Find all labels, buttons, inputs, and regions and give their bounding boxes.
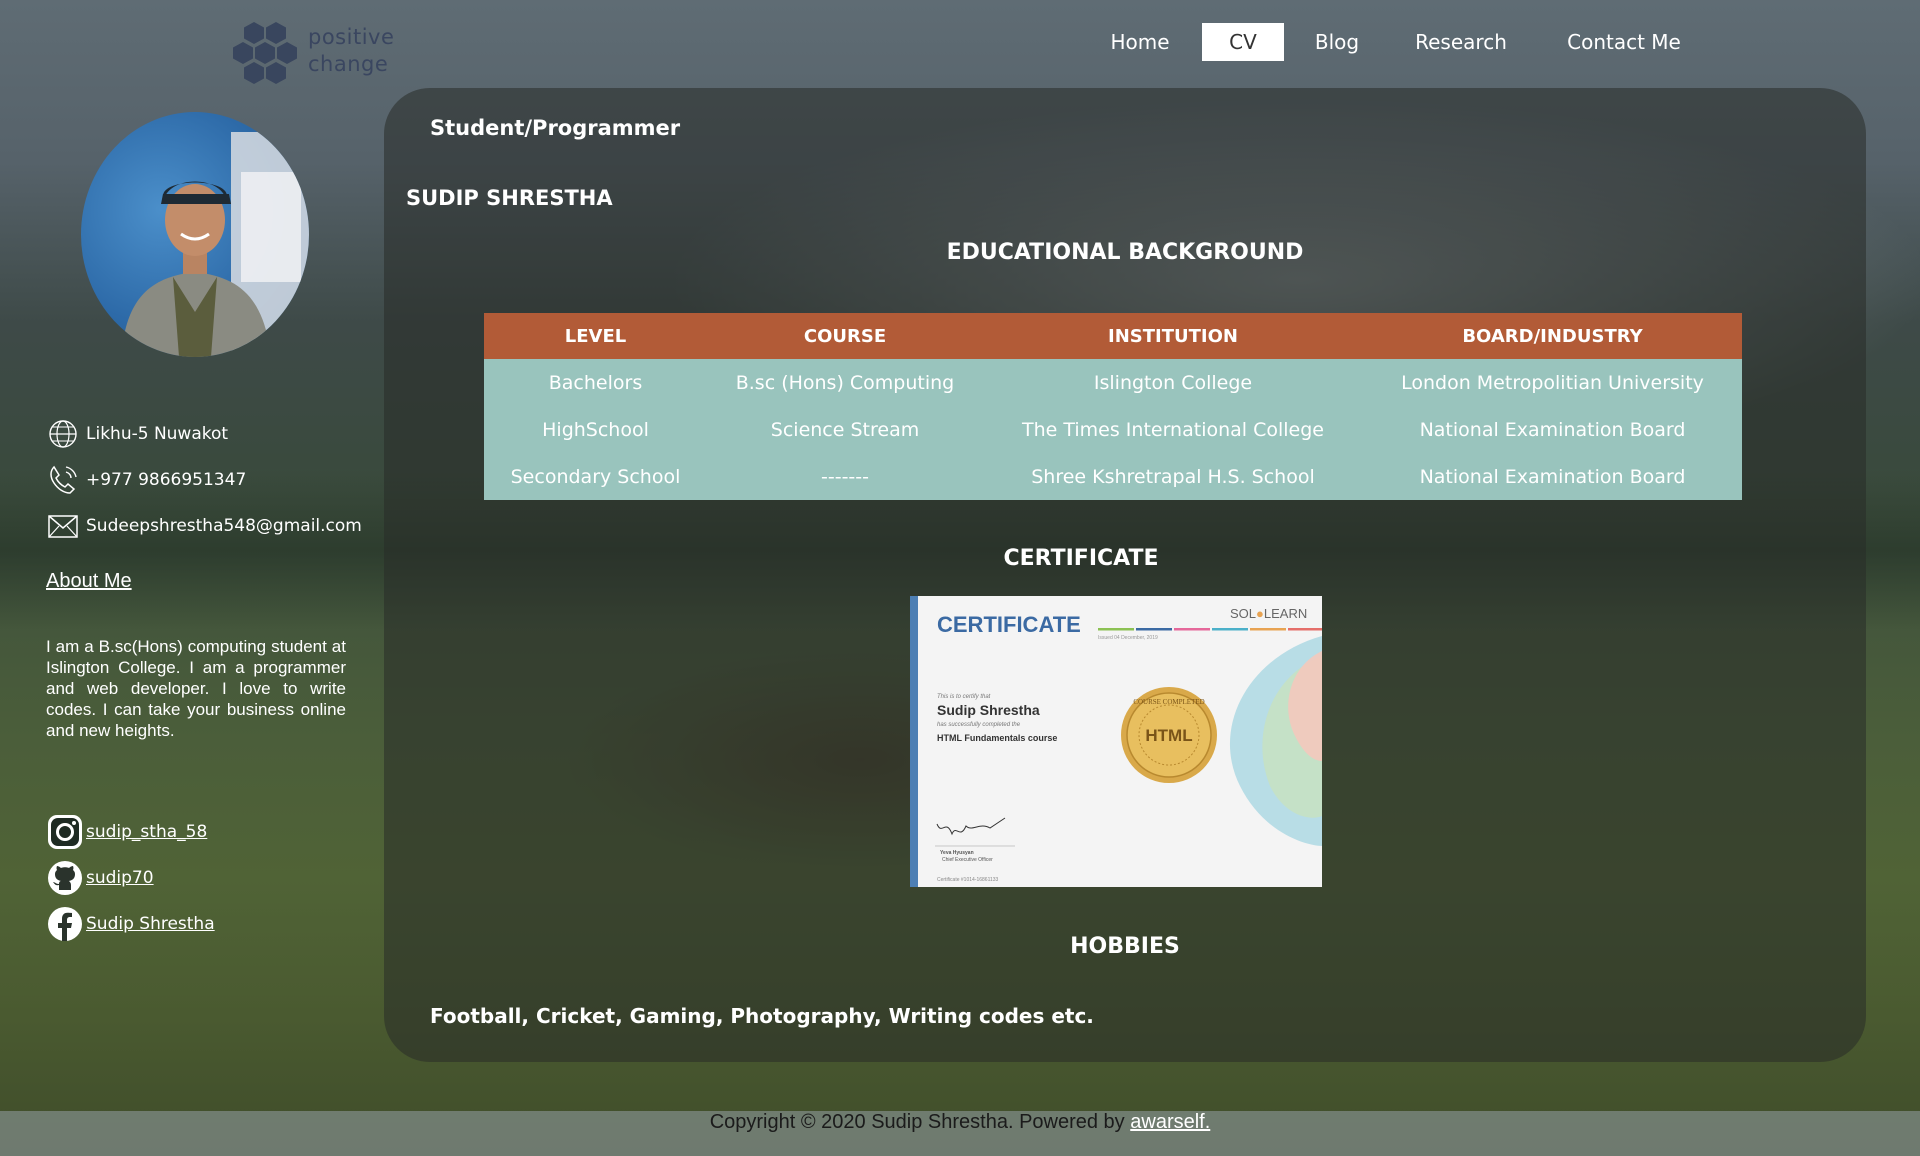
cell-institution: Islington College — [983, 359, 1363, 406]
cell-level: HighSchool — [484, 406, 707, 453]
cell-level: Bachelors — [484, 359, 707, 406]
header-board: BOARD/INDUSTRY — [1363, 313, 1742, 359]
footer-copyright: Copyright © 2020 Sudip Shrestha. Powered… — [709, 1111, 1131, 1133]
cell-board: National Examination Board — [1363, 453, 1742, 500]
header-level: LEVEL — [484, 313, 707, 359]
email-text: Sudeepshrestha548@gmail.com — [86, 516, 362, 536]
contact-email: Sudeepshrestha548@gmail.com — [46, 509, 362, 543]
github-link[interactable]: sudip70 — [86, 868, 154, 888]
social-instagram[interactable]: sudip_stha_58 — [46, 813, 207, 851]
cert-seal: HTML COURSE COMPLETED — [1121, 687, 1217, 783]
contact-phone: +977 9866951347 — [46, 463, 246, 497]
education-table: LEVEL COURSE INSTITUTION BOARD/INDUSTRY … — [484, 313, 1742, 500]
globe-icon — [49, 420, 77, 448]
education-heading: EDUCATIONAL BACKGROUND — [946, 240, 1304, 265]
nav-home[interactable]: Home — [1100, 23, 1180, 61]
cert-heading: CERTIFICATE — [937, 612, 1081, 637]
cell-course: ------- — [707, 453, 983, 500]
cell-board: London Metropolitian University — [1363, 359, 1742, 406]
social-github[interactable]: sudip70 — [46, 859, 154, 897]
cv-card: Student/Programmer SUDIP SHRESTHA EDUCAT… — [384, 88, 1866, 1062]
header-course: COURSE — [707, 313, 983, 359]
cert-signer-title: Chief Executive Officer — [942, 857, 993, 863]
cert-seal-text: HTML — [1145, 726, 1192, 745]
cert-completed: has successfully completed the — [937, 722, 1021, 728]
cert-number: Certificate #1014-16861133 — [937, 877, 999, 883]
contact-location: Likhu-5 Nuwakot — [46, 417, 228, 451]
hobbies-text: Football, Cricket, Gaming, Photography, … — [430, 1004, 1094, 1028]
cert-signer: Yeva Hyusyan — [940, 850, 974, 856]
location-text: Likhu-5 Nuwakot — [86, 424, 229, 444]
profile-photo — [121, 132, 309, 357]
table-header-row: LEVEL COURSE INSTITUTION BOARD/INDUSTRY — [484, 313, 1742, 359]
cell-level: Secondary School — [484, 453, 707, 500]
nav-research[interactable]: Research — [1406, 23, 1516, 61]
cell-institution: Shree Kshretrapal H.S. School — [983, 453, 1363, 500]
cert-issued: Issued 04 December, 2019 — [1098, 635, 1158, 641]
instagram-icon — [48, 815, 82, 849]
cell-institution: The Times International College — [983, 406, 1363, 453]
hobbies-heading: HOBBIES — [1070, 934, 1180, 959]
instagram-link[interactable]: sudip_stha_58 — [86, 822, 207, 842]
about-me-heading: About Me — [46, 570, 132, 592]
about-me-text: I am a B.sc(Hons) computing student at I… — [46, 637, 346, 740]
phone-text: +977 9866951347 — [86, 470, 247, 490]
table-row: Secondary School ------- Shree Kshretrap… — [484, 453, 1742, 500]
certificate-image: CERTIFICATE SOL●LEARN Issued 04 December… — [910, 596, 1322, 887]
cert-recipient: Sudip Shrestha — [937, 702, 1040, 718]
cert-seal-ring: COURSE COMPLETED — [1133, 698, 1204, 706]
cell-board: National Examination Board — [1363, 406, 1742, 453]
nav-contact-me[interactable]: Contact Me — [1558, 23, 1690, 61]
cert-certify: This is to certify that — [937, 694, 991, 700]
cell-course: Science Stream — [707, 406, 983, 453]
footer-powered-link[interactable]: awarself. — [1130, 1111, 1210, 1133]
main-nav: Home CV Blog Research Contact Me — [0, 23, 1920, 63]
page-footer: Copyright © 2020 Sudip Shrestha. Powered… — [0, 1111, 1920, 1156]
profile-avatar — [81, 112, 309, 357]
cert-color-bar — [1098, 628, 1322, 631]
github-icon — [48, 861, 82, 895]
certificate-heading: CERTIFICATE — [1003, 546, 1159, 571]
cert-course: HTML Fundamentals course — [937, 733, 1057, 743]
cert-issuer: SOL●LEARN — [1230, 606, 1307, 621]
envelope-icon — [48, 515, 78, 538]
facebook-link[interactable]: Sudip Shrestha — [86, 914, 215, 934]
table-row: Bachelors B.sc (Hons) Computing Islingto… — [484, 359, 1742, 406]
header-institution: INSTITUTION — [983, 313, 1363, 359]
role-title: Student/Programmer — [430, 116, 681, 140]
table-row: HighSchool Science Stream The Times Inte… — [484, 406, 1742, 453]
phone-icon — [50, 465, 77, 494]
certificate-graphic: CERTIFICATE SOL●LEARN Issued 04 December… — [910, 596, 1322, 887]
cell-course: B.sc (Hons) Computing — [707, 359, 983, 406]
person-name: SUDIP SHRESTHA — [406, 186, 613, 210]
nav-blog[interactable]: Blog — [1304, 23, 1370, 61]
facebook-icon — [48, 907, 82, 941]
social-facebook[interactable]: Sudip Shrestha — [46, 905, 215, 943]
nav-cv[interactable]: CV — [1202, 23, 1284, 61]
